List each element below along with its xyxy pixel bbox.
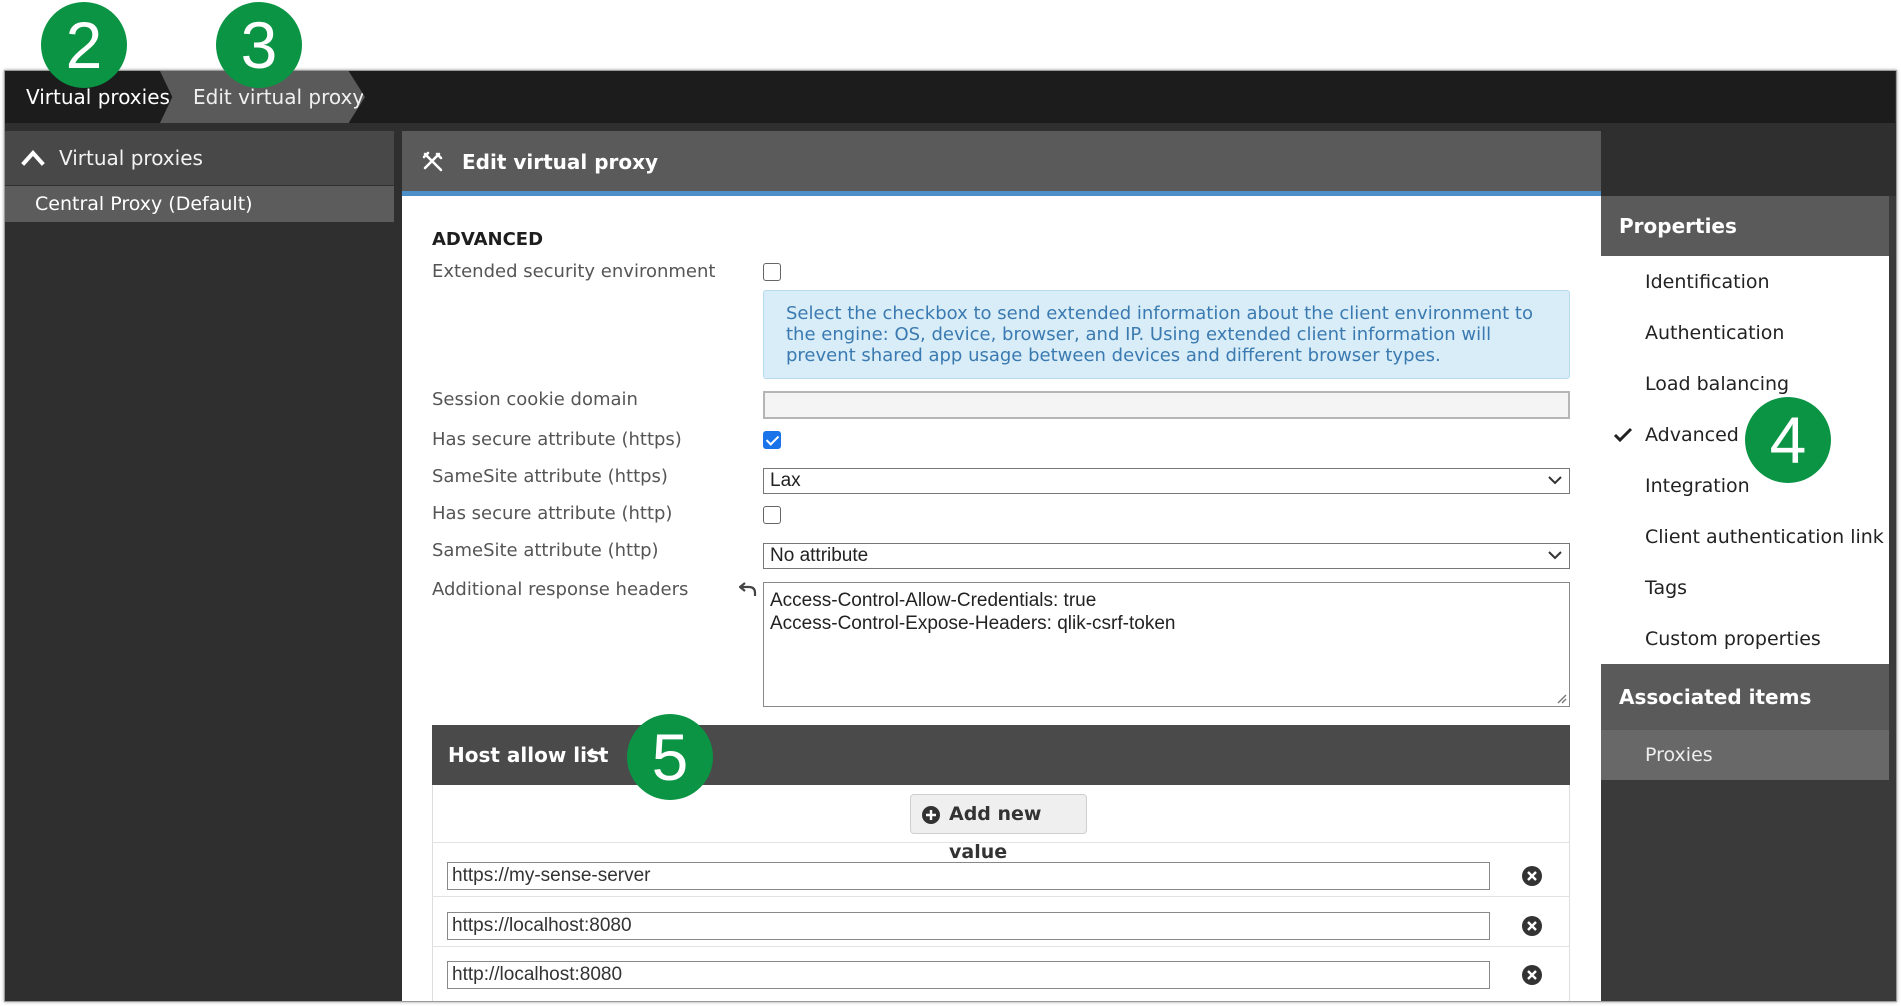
samesite-http-value: No attribute [770,545,869,566]
annotation-badge-5: 5 [627,714,713,800]
samesite-http-select[interactable]: No attribute [763,543,1570,569]
undo-icon[interactable] [738,580,758,598]
tools-icon [422,151,443,172]
left-panel-header[interactable]: Virtual proxies [5,131,394,185]
annotation-badge-4: 4 [1745,397,1831,483]
row-divider [432,946,1570,947]
section-title: ADVANCED [432,229,544,250]
extended-security-label: Extended security environment [432,261,716,282]
samesite-http-label: SameSite attribute (http) [432,540,659,561]
associated-item-proxies[interactable]: Proxies [1601,730,1889,780]
annotation-badge-3: 3 [216,2,302,88]
additional-headers-textarea[interactable]: Access-Control-Allow-Credentials: true A… [763,582,1570,707]
extended-security-help: Select the checkbox to send extended inf… [763,290,1570,379]
associated-items-header: Associated items [1601,664,1889,730]
sidebar-item-central-proxy[interactable]: Central Proxy (Default) [5,186,394,222]
host-allow-list-header: Host allow list [432,725,1570,785]
additional-headers-label: Additional response headers [432,579,689,600]
annotation-badge-2: 2 [41,2,127,88]
session-cookie-domain-field[interactable] [763,391,1570,419]
host-entry-input-2[interactable] [447,912,1490,940]
properties-header: Properties [1601,196,1889,256]
extended-security-checkbox[interactable] [763,263,781,281]
add-new-value-button[interactable]: Add new value [910,794,1087,863]
property-client-authentication-link[interactable]: Client authentication link [1645,526,1884,548]
has-secure-https-label: Has secure attribute (https) [432,429,682,450]
property-integration[interactable]: Integration [1645,475,1750,497]
chevron-down-icon [1548,476,1562,485]
property-authentication[interactable]: Authentication [1645,322,1784,344]
row-divider [432,842,1570,843]
property-custom-properties[interactable]: Custom properties [1645,628,1821,650]
page-title-bar: Edit virtual proxy [402,131,1601,193]
has-secure-http-checkbox[interactable] [763,506,781,524]
left-panel [5,125,394,1001]
resize-handle-icon[interactable] [1555,692,1567,704]
samesite-https-label: SameSite attribute (https) [432,466,668,487]
property-load-balancing[interactable]: Load balancing [1645,373,1789,395]
chevron-up-icon [21,150,45,166]
remove-circle-icon[interactable] [1521,865,1543,887]
remove-circle-icon[interactable] [1521,964,1543,986]
chevron-down-icon [1548,551,1562,560]
property-identification[interactable]: Identification [1645,271,1770,293]
session-cookie-domain-label: Session cookie domain [432,389,638,410]
host-allow-list-title: Host allow list [448,743,609,767]
plus-circle-icon [922,806,940,824]
undo-icon[interactable] [586,746,606,764]
samesite-https-value: Lax [770,470,801,491]
has-secure-https-checkbox[interactable] [763,431,781,449]
property-tags[interactable]: Tags [1645,577,1687,599]
property-advanced[interactable]: Advanced [1645,424,1739,446]
row-divider [432,896,1570,897]
left-panel-header-label: Virtual proxies [59,146,203,170]
checkmark-icon [1613,427,1633,443]
samesite-https-select[interactable]: Lax [763,468,1570,494]
remove-circle-icon[interactable] [1521,915,1543,937]
page-title: Edit virtual proxy [462,150,659,174]
host-entry-input-1[interactable] [447,862,1490,890]
host-entry-input-3[interactable] [447,961,1490,989]
properties-list [1601,256,1889,664]
has-secure-http-label: Has secure attribute (http) [432,503,673,524]
